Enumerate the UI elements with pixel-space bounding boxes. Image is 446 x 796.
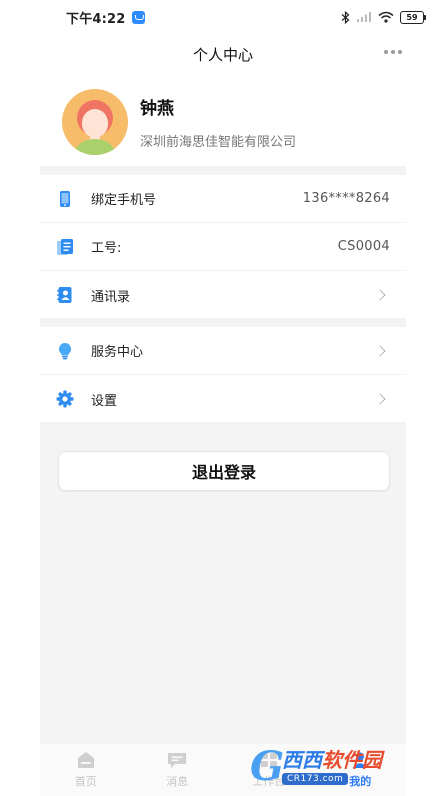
profile-text: 钟燕 深圳前海思佳智能有限公司	[140, 94, 296, 150]
settings-list: 服务中心 设置	[40, 327, 406, 423]
logout-button[interactable]: 退出登录	[58, 451, 390, 491]
list-item-service-center[interactable]: 服务中心	[40, 327, 406, 375]
tab-home[interactable]: 首页	[40, 744, 132, 796]
info-list: 绑定手机号 136****8264 工号: CS0004 通讯录	[40, 175, 406, 319]
list-item-settings[interactable]: 设置	[40, 375, 406, 423]
battery-indicator: 59	[400, 10, 426, 24]
more-icon[interactable]	[384, 50, 402, 54]
watermark-text: 西西软件园 CR173.com	[282, 750, 382, 785]
phone-icon	[60, 190, 70, 207]
app-notification-icon	[131, 10, 145, 24]
section-divider	[40, 166, 406, 175]
employee-id-value: CS0004	[337, 239, 390, 254]
list-item-employee-id: 工号: CS0004	[40, 223, 406, 271]
list-item-label: 通讯录	[91, 289, 131, 305]
list-item-label: 绑定手机号	[91, 193, 157, 208]
status-right: 59	[341, 10, 426, 24]
list-item-label: 工号:	[91, 241, 122, 256]
watermark-logo: G 西西软件园 CR173.com	[250, 744, 426, 790]
home-icon	[77, 752, 94, 768]
contacts-icon	[57, 287, 72, 303]
tab-label: 消息	[166, 775, 189, 788]
chevron-right-icon	[374, 344, 386, 357]
chevron-right-icon	[374, 289, 386, 301]
status-left: 下午4:22	[66, 8, 145, 27]
phone-value: 136****8264	[302, 191, 390, 206]
signal-icon	[357, 12, 371, 22]
watermark-title-a: 西西	[282, 747, 322, 772]
wifi-icon	[378, 11, 394, 23]
status-time: 下午4:22	[66, 11, 126, 27]
list-item-phone[interactable]: 绑定手机号 136****8264	[40, 175, 406, 223]
watermark-title: 西西软件园	[282, 750, 382, 770]
profile-card: 钟燕 深圳前海思佳智能有限公司	[40, 80, 406, 164]
profile-name: 钟燕	[140, 99, 174, 119]
section-divider	[40, 318, 406, 327]
lightbulb-icon	[58, 342, 72, 359]
page-title: 个人中心	[192, 45, 253, 64]
profile-company: 深圳前海思佳智能有限公司	[140, 135, 297, 150]
list-item-label: 设置	[91, 393, 118, 409]
message-icon	[168, 753, 187, 768]
avatar[interactable]	[62, 89, 128, 155]
gear-icon	[56, 390, 74, 408]
tab-label: 首页	[74, 775, 97, 788]
watermark-subtitle: CR173.com	[282, 772, 349, 785]
watermark-title-b: 软件园	[322, 747, 382, 772]
id-card-icon	[57, 238, 73, 255]
chevron-right-icon	[374, 393, 386, 405]
tab-messages[interactable]: 消息	[132, 744, 224, 796]
bluetooth-icon	[341, 10, 350, 24]
status-bar: 下午4:22 59	[0, 0, 446, 34]
page-header: 个人中心	[0, 34, 446, 74]
watermark-g-icon: G	[250, 743, 285, 790]
list-item-label: 服务中心	[91, 345, 144, 360]
list-item-contacts[interactable]: 通讯录	[40, 271, 406, 319]
